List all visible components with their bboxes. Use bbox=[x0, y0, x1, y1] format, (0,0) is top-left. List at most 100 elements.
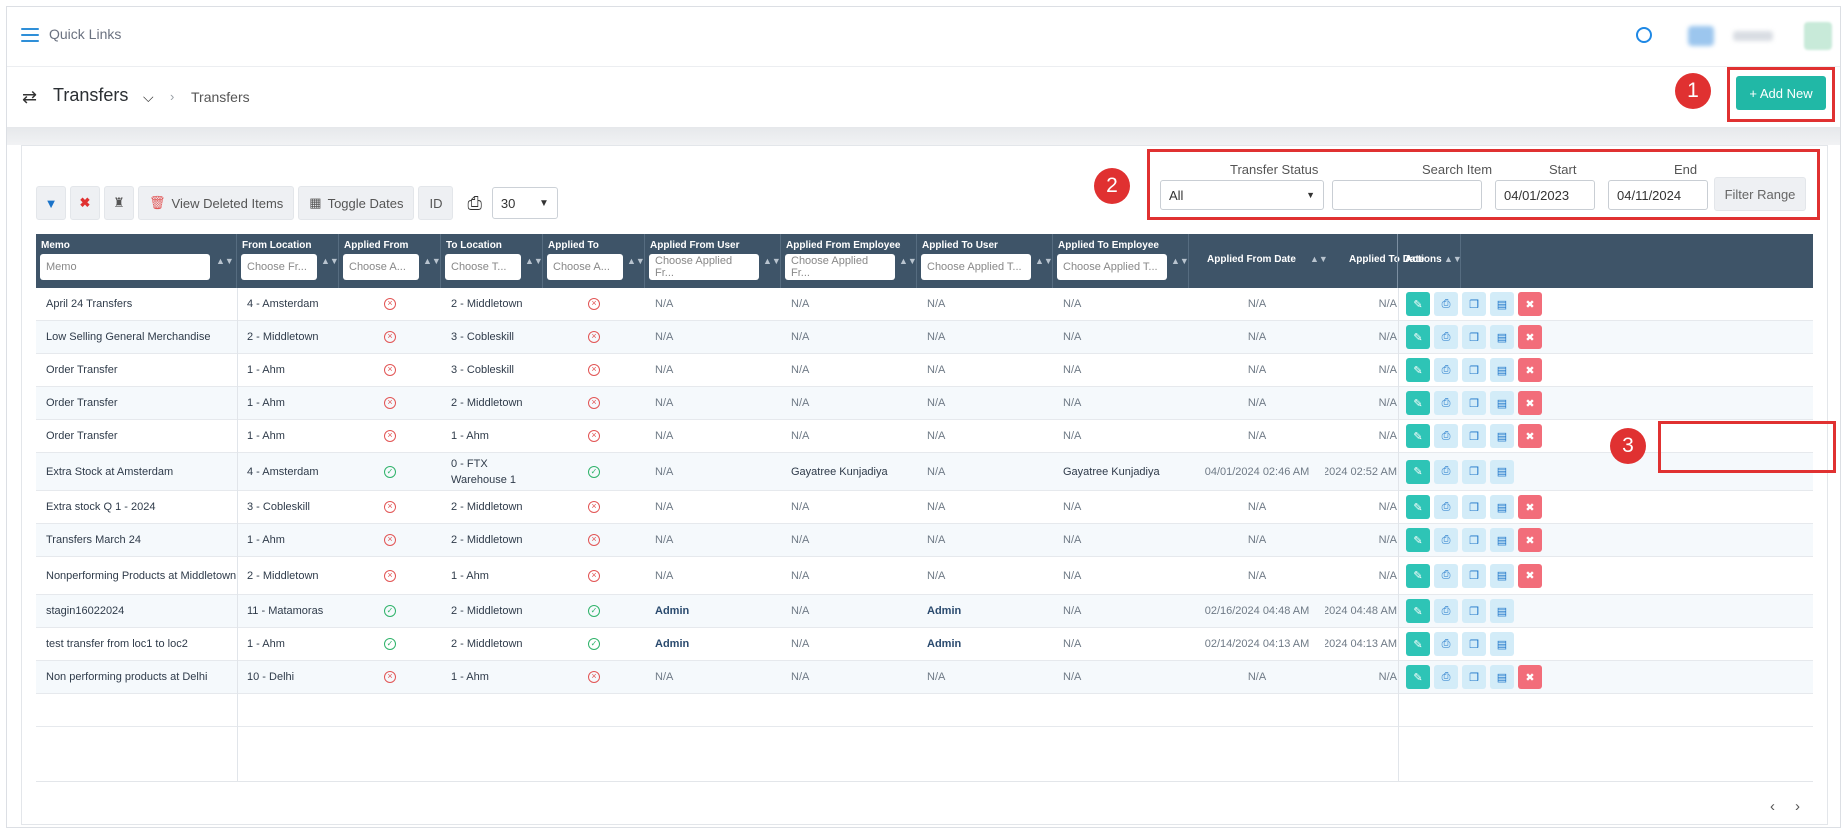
duplicate-button[interactable]: ❐ bbox=[1462, 563, 1486, 588]
table-row[interactable]: Non performing products at Delhi 10 - Del… bbox=[36, 661, 1813, 694]
view-deleted-button[interactable]: 🗑 View Deleted Items bbox=[138, 186, 295, 220]
document-button[interactable]: ▤ bbox=[1490, 391, 1514, 415]
sort-icon[interactable]: ▲▼ bbox=[627, 256, 645, 266]
filter-button[interactable]: ▼ bbox=[36, 186, 66, 220]
delete-button[interactable]: ✖ bbox=[1518, 391, 1542, 415]
print-button[interactable]: ⎙ bbox=[1434, 424, 1458, 448]
prev-page-button[interactable]: ‹ bbox=[1770, 798, 1775, 815]
table-row[interactable]: test transfer from loc1 to loc2 1 - Ahm ✓ 2… bbox=[36, 628, 1813, 661]
edit-button[interactable]: ✎ bbox=[1406, 665, 1430, 689]
avatar[interactable] bbox=[1804, 22, 1832, 50]
duplicate-button[interactable]: ❐ bbox=[1462, 632, 1486, 656]
duplicate-button[interactable]: ❐ bbox=[1462, 495, 1486, 519]
delete-button[interactable]: ✖ bbox=[1518, 292, 1542, 316]
edit-button[interactable]: ✎ bbox=[1406, 563, 1430, 588]
duplicate-button[interactable]: ❐ bbox=[1462, 599, 1486, 623]
document-button[interactable]: ▤ bbox=[1490, 563, 1514, 588]
duplicate-button[interactable]: ❐ bbox=[1462, 292, 1486, 316]
document-button[interactable]: ▤ bbox=[1490, 495, 1514, 519]
clear-filter-button[interactable]: ✖ bbox=[70, 186, 100, 220]
delete-button[interactable]: ✖ bbox=[1518, 358, 1542, 382]
memo-filter-input[interactable]: Memo bbox=[40, 254, 210, 280]
chevron-down-icon[interactable]: ⌵ bbox=[143, 89, 154, 106]
table-row[interactable]: Extra stock Q 1 - 2024 3 - Cobleskill × 2 -… bbox=[36, 491, 1813, 524]
print-button[interactable]: ⎙ bbox=[1434, 459, 1458, 484]
quick-links[interactable]: Quick Links bbox=[49, 26, 121, 42]
to-location-filter[interactable]: Choose T... bbox=[445, 254, 521, 280]
document-button[interactable]: ▤ bbox=[1490, 424, 1514, 448]
toggle-dates-button[interactable]: ▦ Toggle Dates bbox=[298, 186, 415, 220]
edit-button[interactable]: ✎ bbox=[1406, 599, 1430, 623]
delete-button[interactable]: ✖ bbox=[1518, 528, 1542, 552]
edit-button[interactable]: ✎ bbox=[1406, 292, 1430, 316]
anonymous-button[interactable]: ♜ bbox=[104, 186, 134, 220]
sort-icon[interactable]: ▲▼ bbox=[216, 256, 234, 266]
document-button[interactable]: ▤ bbox=[1490, 632, 1514, 656]
edit-button[interactable]: ✎ bbox=[1406, 528, 1430, 552]
hamburger-menu-icon[interactable] bbox=[21, 28, 39, 42]
document-button[interactable]: ▤ bbox=[1490, 528, 1514, 552]
breadcrumb[interactable]: Transfers bbox=[191, 89, 250, 105]
edit-button[interactable]: ✎ bbox=[1406, 358, 1430, 382]
end-date-input[interactable]: 04/11/2024 bbox=[1608, 180, 1708, 210]
delete-button[interactable]: ✖ bbox=[1518, 325, 1542, 349]
sort-icon[interactable]: ▲▼ bbox=[1171, 256, 1189, 266]
document-button[interactable]: ▤ bbox=[1490, 292, 1514, 316]
delete-button[interactable]: ✖ bbox=[1518, 563, 1542, 588]
print-button[interactable]: ⎙ bbox=[1434, 599, 1458, 623]
start-date-input[interactable]: 04/01/2023 bbox=[1495, 180, 1595, 210]
document-button[interactable]: ▤ bbox=[1490, 459, 1514, 484]
duplicate-button[interactable]: ❐ bbox=[1462, 424, 1486, 448]
table-row[interactable]: Order Transfer 1 - Ahm × 2 - Middletown × N/A… bbox=[36, 387, 1813, 420]
edit-button[interactable]: ✎ bbox=[1406, 632, 1430, 656]
print-button[interactable]: ⎙ bbox=[1434, 632, 1458, 656]
id-button[interactable]: ID bbox=[418, 186, 454, 220]
table-row[interactable]: stagin16022024 11 - Matamoras ✓ 2 - Middlet… bbox=[36, 595, 1813, 628]
document-button[interactable]: ▤ bbox=[1490, 665, 1514, 689]
duplicate-button[interactable]: ❐ bbox=[1462, 391, 1486, 415]
applied-to-filter[interactable]: Choose A... bbox=[547, 254, 623, 280]
filter-range-button[interactable]: Filter Range bbox=[1714, 177, 1806, 211]
next-page-button[interactable]: › bbox=[1795, 798, 1800, 815]
print-icon[interactable]: ⎙ bbox=[467, 193, 481, 214]
sort-icon[interactable]: ▲▼ bbox=[899, 256, 917, 266]
sort-icon[interactable]: ▲▼ bbox=[423, 256, 441, 266]
delete-button[interactable]: ✖ bbox=[1518, 424, 1542, 448]
edit-button[interactable]: ✎ bbox=[1406, 391, 1430, 415]
print-button[interactable]: ⎙ bbox=[1434, 563, 1458, 588]
applied-to-employee-filter[interactable]: Choose Applied T... bbox=[1057, 254, 1167, 280]
applied-from-filter[interactable]: Choose A... bbox=[343, 254, 419, 280]
edit-button[interactable]: ✎ bbox=[1406, 495, 1430, 519]
sort-icon[interactable]: ▲▼ bbox=[321, 256, 339, 266]
print-button[interactable]: ⎙ bbox=[1434, 358, 1458, 382]
table-row[interactable]: Order Transfer 1 - Ahm × 3 - Cobleskill × N/A… bbox=[36, 354, 1813, 387]
duplicate-button[interactable]: ❐ bbox=[1462, 528, 1486, 552]
print-button[interactable]: ⎙ bbox=[1434, 325, 1458, 349]
table-row[interactable]: Extra Stock at Amsterdam 4 - Amsterdam ✓ 0 … bbox=[36, 453, 1813, 491]
duplicate-button[interactable]: ❐ bbox=[1462, 358, 1486, 382]
sort-icon[interactable]: ▲▼ bbox=[1035, 256, 1053, 266]
transfer-status-select[interactable]: All ▼ bbox=[1160, 180, 1324, 210]
applied-from-employee-filter[interactable]: Choose Applied Fr... bbox=[785, 254, 895, 280]
applied-from-user-filter[interactable]: Choose Applied Fr... bbox=[649, 254, 759, 280]
sort-icon[interactable]: ▲▼ bbox=[763, 256, 781, 266]
add-new-button[interactable]: + Add New bbox=[1736, 76, 1826, 110]
print-button[interactable]: ⎙ bbox=[1434, 495, 1458, 519]
duplicate-button[interactable]: ❐ bbox=[1462, 325, 1486, 349]
duplicate-button[interactable]: ❐ bbox=[1462, 459, 1486, 484]
table-row[interactable]: Nonperforming Products at Middletown 2 - … bbox=[36, 557, 1813, 595]
table-row[interactable]: Transfers March 24 1 - Ahm × 2 - Middletown… bbox=[36, 524, 1813, 557]
document-button[interactable]: ▤ bbox=[1490, 358, 1514, 382]
page-size-select[interactable]: 30 ▼ bbox=[491, 187, 558, 219]
duplicate-button[interactable]: ❐ bbox=[1462, 665, 1486, 689]
print-button[interactable]: ⎙ bbox=[1434, 292, 1458, 316]
delete-button[interactable]: ✖ bbox=[1518, 495, 1542, 519]
table-row[interactable]: Order Transfer 1 - Ahm × 1 - Ahm × N/A N/A N/A N… bbox=[36, 420, 1813, 453]
table-row[interactable]: April 24 Transfers 4 - Amsterdam × 2 - Midd… bbox=[36, 288, 1813, 321]
print-button[interactable]: ⎙ bbox=[1434, 665, 1458, 689]
print-button[interactable]: ⎙ bbox=[1434, 391, 1458, 415]
search-item-input[interactable] bbox=[1332, 180, 1482, 210]
col-applied-from-date[interactable]: Applied From Date ▲▼ bbox=[1189, 234, 1328, 288]
print-button[interactable]: ⎙ bbox=[1434, 528, 1458, 552]
edit-button[interactable]: ✎ bbox=[1406, 325, 1430, 349]
